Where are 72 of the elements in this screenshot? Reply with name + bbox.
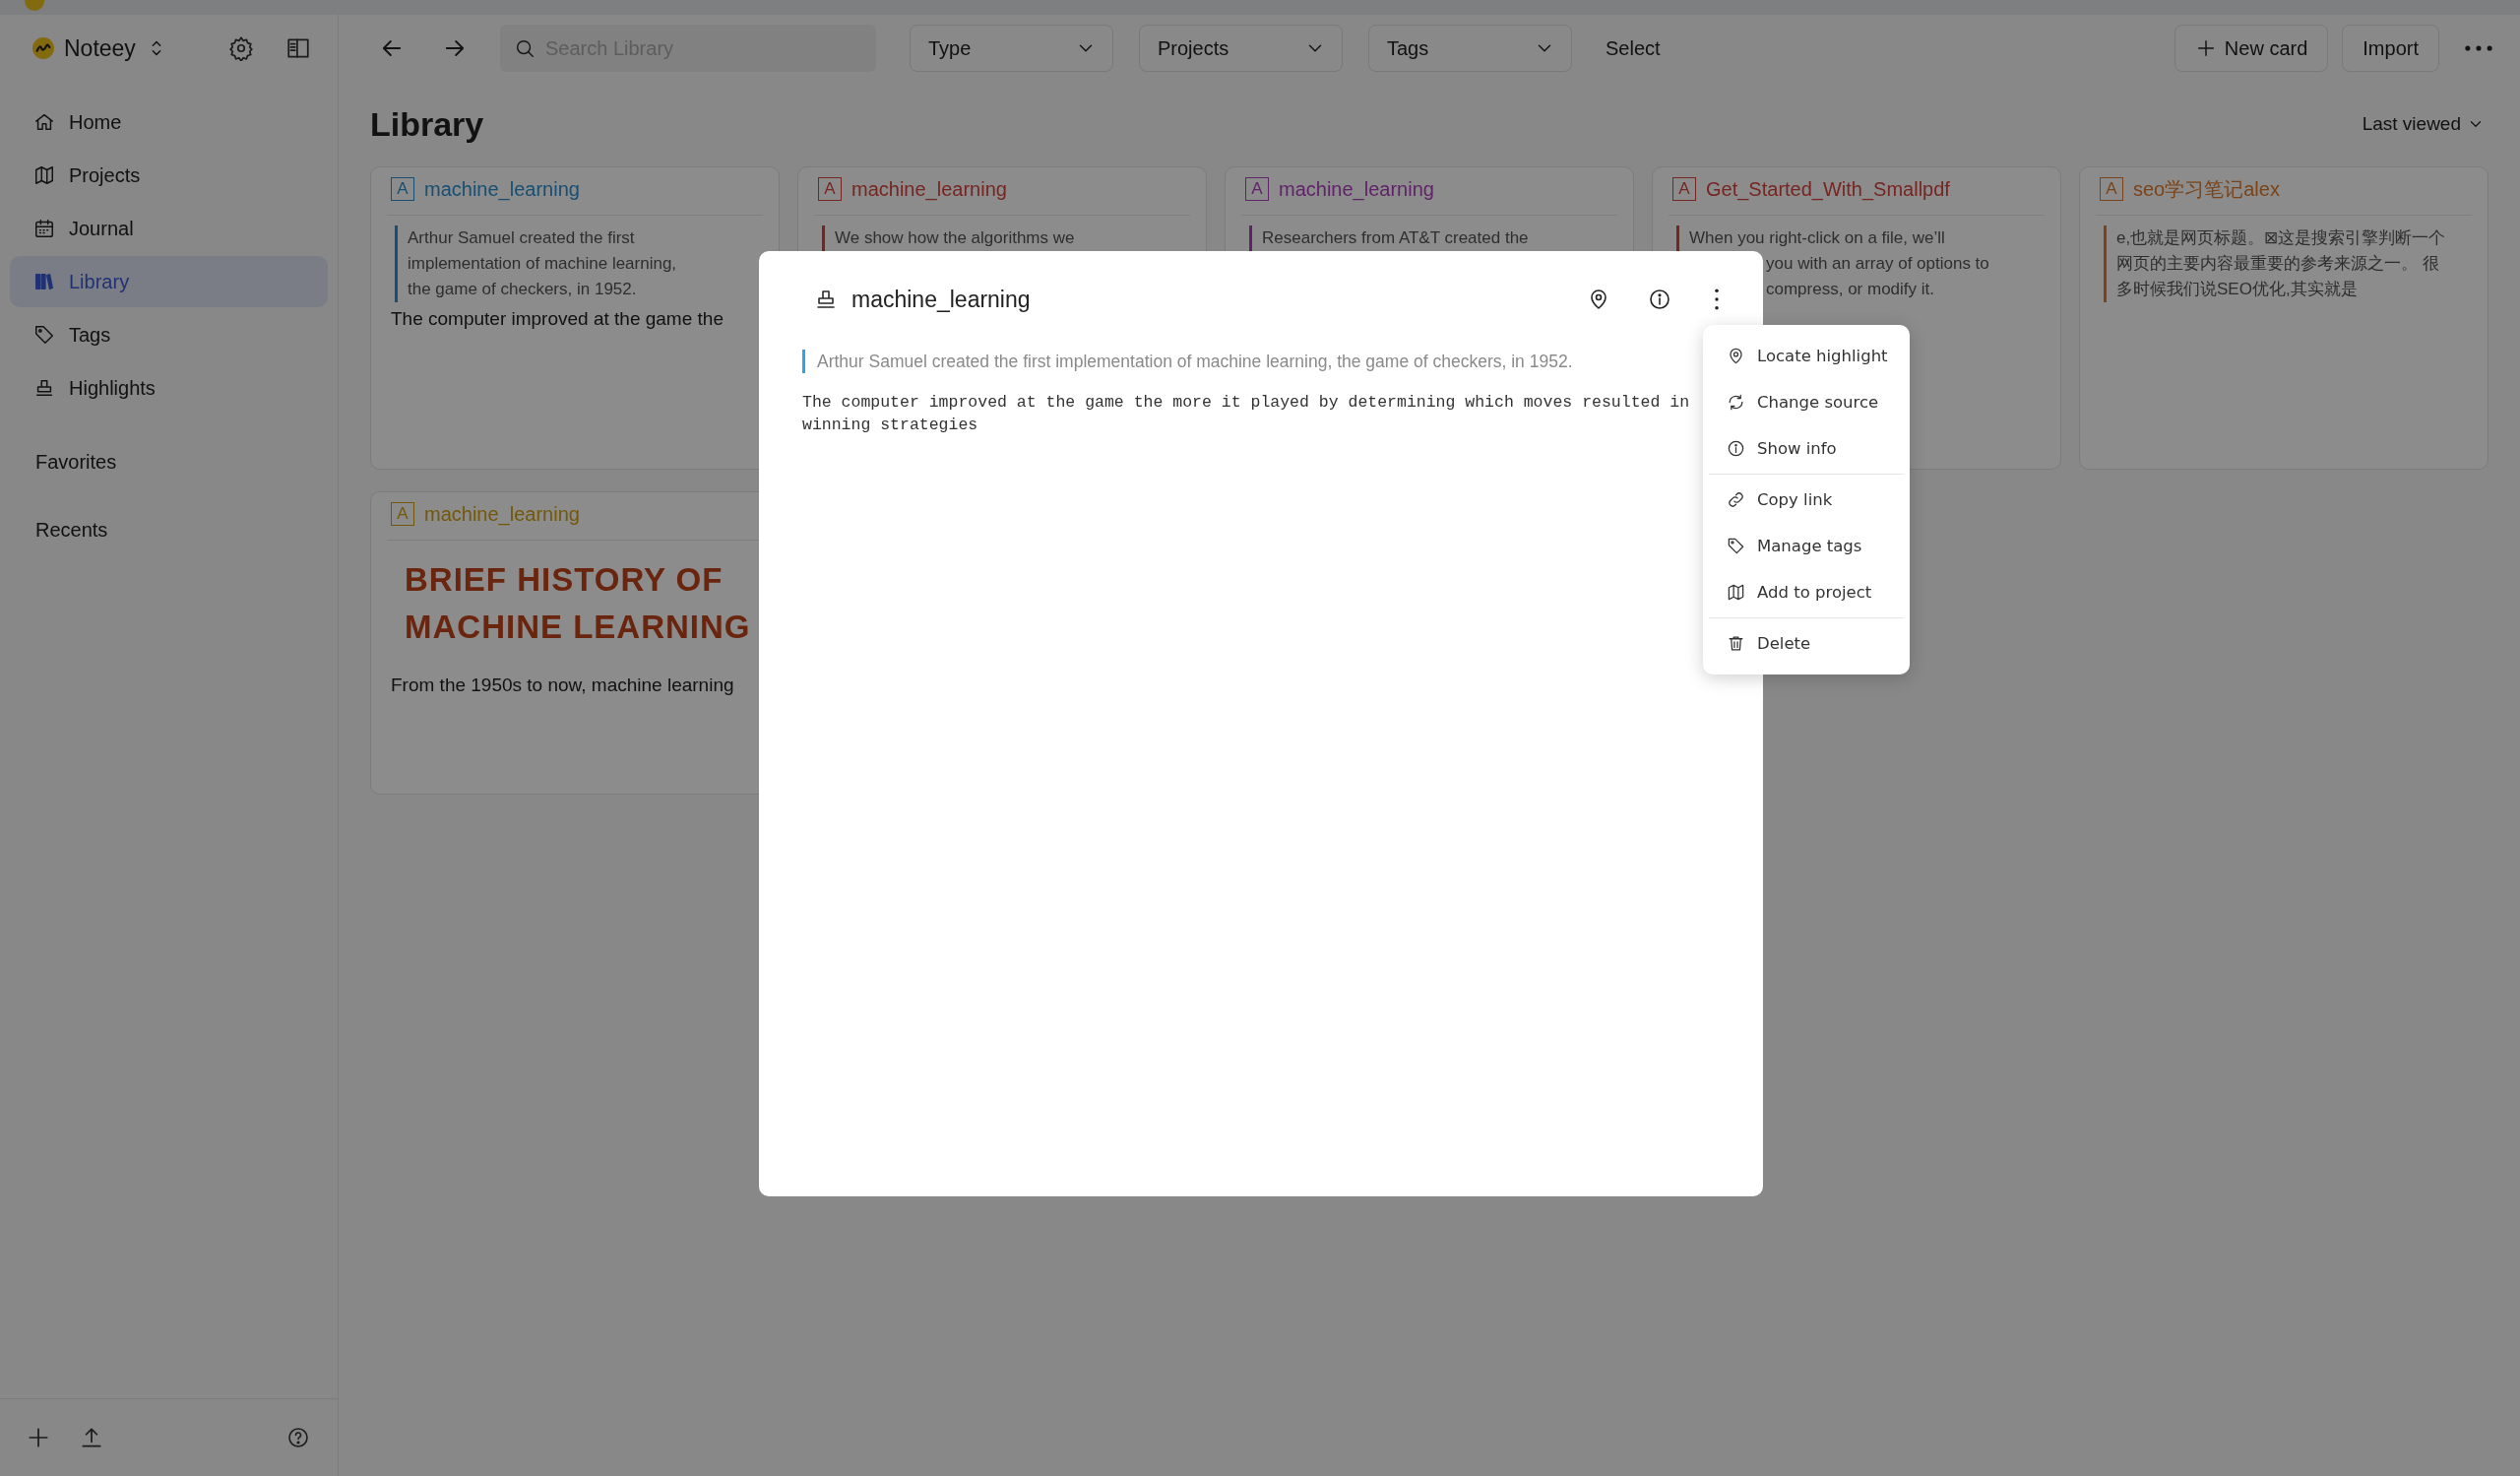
menu-item[interactable]: Delete <box>1709 620 1904 667</box>
map-icon <box>33 164 55 186</box>
type-badge: A <box>818 177 842 201</box>
quote-text: compress, or modify it. <box>1766 279 1934 300</box>
type-badge: A <box>1245 177 1269 201</box>
modal-title: machine_learning <box>851 286 1031 313</box>
select-button[interactable]: Select <box>1602 36 1665 60</box>
quote-text: the game of checkers, in 1952. <box>408 279 637 300</box>
new-card-button[interactable]: New card <box>2174 25 2329 72</box>
nav-item[interactable]: Projects <box>10 150 328 201</box>
map-icon <box>1727 583 1745 602</box>
menu-item[interactable]: Copy link <box>1709 477 1904 523</box>
card-title[interactable]: Get_Started_With_Smallpdf <box>1706 177 1950 201</box>
quote-text: When you right-click on a file, we’ll <box>1689 227 1945 249</box>
link-icon <box>1727 490 1745 509</box>
location-pin-icon <box>1727 347 1745 365</box>
info-icon <box>1648 288 1671 311</box>
filter-dropdown[interactable]: Tags <box>1368 25 1572 72</box>
import-button[interactable]: Import <box>2342 25 2439 72</box>
library-card[interactable]: A seo学习笔记alex e,也就是网页标题。⊠这是搜索引擎判断一个 网页的主要内容最重要的参考来源之一。 很 多时候我们说SEO优化,其实就是 <box>2079 166 2488 470</box>
menu-item[interactable]: Change source <box>1709 379 1904 425</box>
card-title[interactable]: machine_learning <box>851 177 1007 201</box>
type-badge: A <box>2100 177 2123 201</box>
menu-item[interactable]: Manage tags <box>1709 523 1904 569</box>
quote-text: 多时候我们说SEO优化,其实就是 <box>2116 279 2358 300</box>
nav-item[interactable]: Highlights <box>10 362 328 414</box>
library-card[interactable]: A machine_learning Arthur Samuel created the first implementation of machine learning, the game of checkers, in 1952. The computer improved at the game the <box>370 166 780 470</box>
search-icon <box>514 37 536 59</box>
tag-icon <box>1727 537 1745 555</box>
type-badge: A <box>1672 177 1696 201</box>
section-heading[interactable]: Recents <box>0 519 338 542</box>
more-icon <box>1715 289 1719 310</box>
more-icon <box>2465 45 2492 51</box>
quote-text: We show how the algorithms we <box>835 227 1075 249</box>
house-icon <box>33 111 55 133</box>
type-badge: A <box>391 502 414 526</box>
sort-dropdown[interactable]: Last viewed <box>2356 112 2490 136</box>
filter-dropdown[interactable]: Projects <box>1139 25 1343 72</box>
card-text: The computer improved at the game the <box>391 308 724 330</box>
refresh-icon <box>1727 393 1745 412</box>
page-title: Library <box>370 104 484 144</box>
stamp-icon <box>33 377 55 399</box>
tag-icon <box>33 324 55 346</box>
calendar-icon <box>33 218 55 239</box>
quote-text: Arthur Samuel created the first <box>408 227 635 249</box>
workspace-switcher[interactable]: Noteey <box>32 34 167 62</box>
nav-item[interactable]: Journal <box>10 203 328 254</box>
menu-item[interactable]: Add to project <box>1709 569 1904 615</box>
trash-icon <box>1727 634 1745 653</box>
quote-text: e,也就是网页标题。⊠这是搜索引擎判断一个 <box>2116 227 2446 249</box>
quote-text: you with an array of options to <box>1766 253 1989 275</box>
nav-item[interactable]: Home <box>10 96 328 148</box>
menu-item[interactable]: Show info <box>1709 425 1904 472</box>
stamp-icon <box>814 288 838 311</box>
nav-item[interactable]: Library <box>10 256 328 307</box>
info-icon <box>1727 439 1745 458</box>
logo-icon <box>32 37 54 59</box>
card-title[interactable]: machine_learning <box>1279 177 1434 201</box>
type-badge: A <box>391 177 414 201</box>
nav-item[interactable]: Tags <box>10 309 328 360</box>
panel-icon <box>284 35 311 61</box>
books-icon <box>33 271 55 292</box>
settings-icon <box>227 35 254 61</box>
section-heading[interactable]: Favorites <box>0 451 338 474</box>
help-icon <box>286 1426 310 1449</box>
app-logo-icon <box>25 0 44 11</box>
heading-image-text: BRIEF HISTORY OF MACHINE LEARNING <box>405 560 752 647</box>
card-text: From the 1950s to now, machine learning <box>391 674 735 696</box>
quote-text: 网页的主要内容最重要的参考来源之一。 很 <box>2116 253 2439 275</box>
filter-dropdown[interactable]: Type <box>910 25 1113 72</box>
quote-text: Researchers from AT&T created the <box>1262 227 1529 249</box>
quote-text: implementation of machine learning, <box>408 253 677 275</box>
